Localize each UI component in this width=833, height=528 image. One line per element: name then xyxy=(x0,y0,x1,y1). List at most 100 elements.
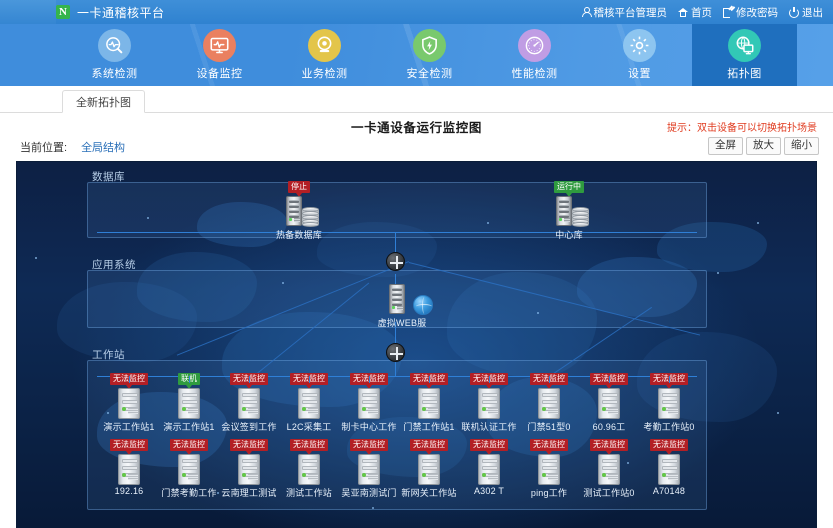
logout-link[interactable]: 退出 xyxy=(789,5,823,20)
node-label: 门禁51型0 xyxy=(527,422,571,432)
node-graphic xyxy=(652,388,686,419)
topology-node-workstation[interactable]: 无法监控L2C采集工 xyxy=(279,373,339,433)
view-button-label: 放大 xyxy=(753,139,774,151)
topology-node-workstation[interactable]: 无法监控联机认证工作 xyxy=(459,373,519,433)
nav-item-7[interactable]: 拓扑图 xyxy=(692,24,797,86)
workstation-icon xyxy=(478,454,500,485)
pencil-icon xyxy=(723,7,733,18)
status-badge-label: 停止 xyxy=(291,182,307,191)
view-button-1[interactable]: 全屏 xyxy=(708,137,743,155)
topology-node-workstation[interactable]: 无法监控 测试工作站 xyxy=(279,439,339,499)
home-icon xyxy=(678,7,688,17)
node-graphic xyxy=(172,388,206,419)
nav-item-6[interactable]: 设置 xyxy=(587,24,692,86)
topology-node-web-server[interactable]: 虚拟WEB服 xyxy=(372,284,433,329)
status-badge: 无法监控 xyxy=(110,439,148,455)
node-graphic xyxy=(112,388,146,419)
topology-node-workstation[interactable]: 无法监控会议签到工作 xyxy=(219,373,279,433)
node-graphic xyxy=(112,454,146,485)
node-graphic xyxy=(592,388,626,419)
node-label: ping工作 xyxy=(530,488,568,498)
magnifier-pulse-icon xyxy=(98,29,131,62)
topology-node-workstation[interactable]: 无法监控制卡中心工作 xyxy=(339,373,399,433)
status-badge-label: 无法监控 xyxy=(113,440,145,449)
topology-node-database-1[interactable]: 停止 热备数据库 xyxy=(269,181,329,241)
workstation-icon xyxy=(418,388,440,419)
decorative-dot xyxy=(717,272,719,274)
current-user: 稽核平台管理员 xyxy=(581,5,667,20)
view-button-3[interactable]: 缩小 xyxy=(784,137,819,155)
topology-node-workstation[interactable]: 无法监控 云南理工测试 xyxy=(219,439,279,499)
link-line xyxy=(309,376,310,383)
link-line xyxy=(189,376,190,383)
main-nav: 系统检测 设备监控 业务检测 安全检测 性能检测 设置 拓扑图 xyxy=(0,24,833,86)
node-graphic xyxy=(292,388,326,419)
top-bar-actions: 稽核平台管理员 首页 修改密码 退出 xyxy=(581,5,823,20)
node-label: 演示工作站1 xyxy=(103,422,155,432)
topology-node-workstation[interactable]: 无法监控 A70148 xyxy=(639,439,699,496)
status-badge: 无法监控 xyxy=(290,439,328,455)
workstation-icon xyxy=(598,388,620,419)
monitor-pulse-icon xyxy=(203,29,236,62)
nav-item-2[interactable]: 设备监控 xyxy=(167,24,272,86)
topology-node-workstation[interactable]: 无法监控 新网关工作站 xyxy=(399,439,459,499)
node-label: 测试工作站0 xyxy=(583,488,635,498)
change-password-link[interactable]: 修改密码 xyxy=(723,5,778,20)
topology-node-workstation[interactable]: 无法监控 ping工作 xyxy=(519,439,579,499)
topology-node-workstation[interactable]: 无法监控 测试工作站0 xyxy=(579,439,639,499)
network-switch-icon xyxy=(386,343,405,362)
brand-title: 一卡通稽核平台 xyxy=(77,5,165,20)
node-label: 制卡中心工作 xyxy=(341,422,397,432)
title-row: 一卡通设备运行监控图 提示：双击设备可以切换拓扑场景 xyxy=(8,113,825,135)
topology-node-workstation[interactable]: 联机演示工作站1 xyxy=(159,373,219,433)
status-badge-label: 运行中 xyxy=(557,182,581,191)
nav-item-1[interactable]: 系统检测 xyxy=(62,24,167,86)
logout-label: 退出 xyxy=(802,6,823,19)
breadcrumb-global-structure[interactable]: 全局结构 xyxy=(81,139,125,155)
nav-item-label: 安全检测 xyxy=(406,68,453,80)
topology-node-workstation[interactable]: 无法监控演示工作站1 xyxy=(99,373,159,433)
camera-icon xyxy=(308,29,341,62)
nav-item-4[interactable]: 安全检测 xyxy=(377,24,482,86)
nav-item-3[interactable]: 业务检测 xyxy=(272,24,377,86)
topology-node-workstation[interactable]: 无法监控 吴亚南测试门 xyxy=(339,439,399,499)
node-graphic xyxy=(352,454,386,485)
topology-node-workstation[interactable]: 无法监控 A302 T xyxy=(459,439,519,496)
gauge-icon xyxy=(518,29,551,62)
workstation-icon xyxy=(238,388,260,419)
topology-node-workstation[interactable]: 无法监控考勤工作站0 xyxy=(639,373,699,433)
node-label: A70148 xyxy=(652,486,686,496)
shield-bolt-icon xyxy=(413,29,446,62)
location-row: 当前位置: 全局结构 全屏 放大 缩小 xyxy=(8,135,825,159)
status-badge-label: 无法监控 xyxy=(473,440,505,449)
node-label: 联机认证工作 xyxy=(461,422,517,432)
topology-group-1: 数据库 xyxy=(87,171,707,238)
decorative-dot xyxy=(35,257,37,259)
topology-canvas[interactable]: 数据库应用系统工作站停止热备数据库运行中中心库虚拟WEB服无法监控演示工作站1联… xyxy=(16,161,817,528)
topology-node-workstation[interactable]: 无法监控60.96工 xyxy=(579,373,639,433)
gear-icon xyxy=(623,29,656,62)
status-badge: 运行中 xyxy=(554,181,584,197)
view-button-2[interactable]: 放大 xyxy=(746,137,781,155)
user-icon xyxy=(581,7,592,17)
topology-node-database-2[interactable]: 运行中 中心库 xyxy=(539,181,599,241)
node-graphic xyxy=(552,196,589,227)
topology-node-workstation[interactable]: 无法监控 192.16 xyxy=(99,439,159,496)
power-icon xyxy=(789,7,799,18)
topology-node-workstation[interactable]: 无法监控门禁工作站1 xyxy=(399,373,459,433)
node-label: 新网关工作站 xyxy=(401,488,457,498)
tab-new-topology[interactable]: 全新拓扑图 xyxy=(62,90,145,113)
node-label: 虚拟WEB服 xyxy=(377,318,427,328)
status-badge-label: 无法监控 xyxy=(293,440,325,449)
workstation-icon xyxy=(118,454,140,485)
nav-item-5[interactable]: 性能检测 xyxy=(482,24,587,86)
nav-item-label: 设备监控 xyxy=(196,68,243,80)
link-line xyxy=(609,376,610,383)
link-line xyxy=(395,362,396,376)
home-link[interactable]: 首页 xyxy=(678,5,712,20)
topology-node-workstation[interactable]: 无法监控门禁51型0 xyxy=(519,373,579,433)
workstation-icon xyxy=(658,388,680,419)
link-line xyxy=(97,232,697,233)
topology-node-workstation[interactable]: 无法监控 门禁考勤工作 xyxy=(159,439,219,499)
workstation-icon xyxy=(418,454,440,485)
